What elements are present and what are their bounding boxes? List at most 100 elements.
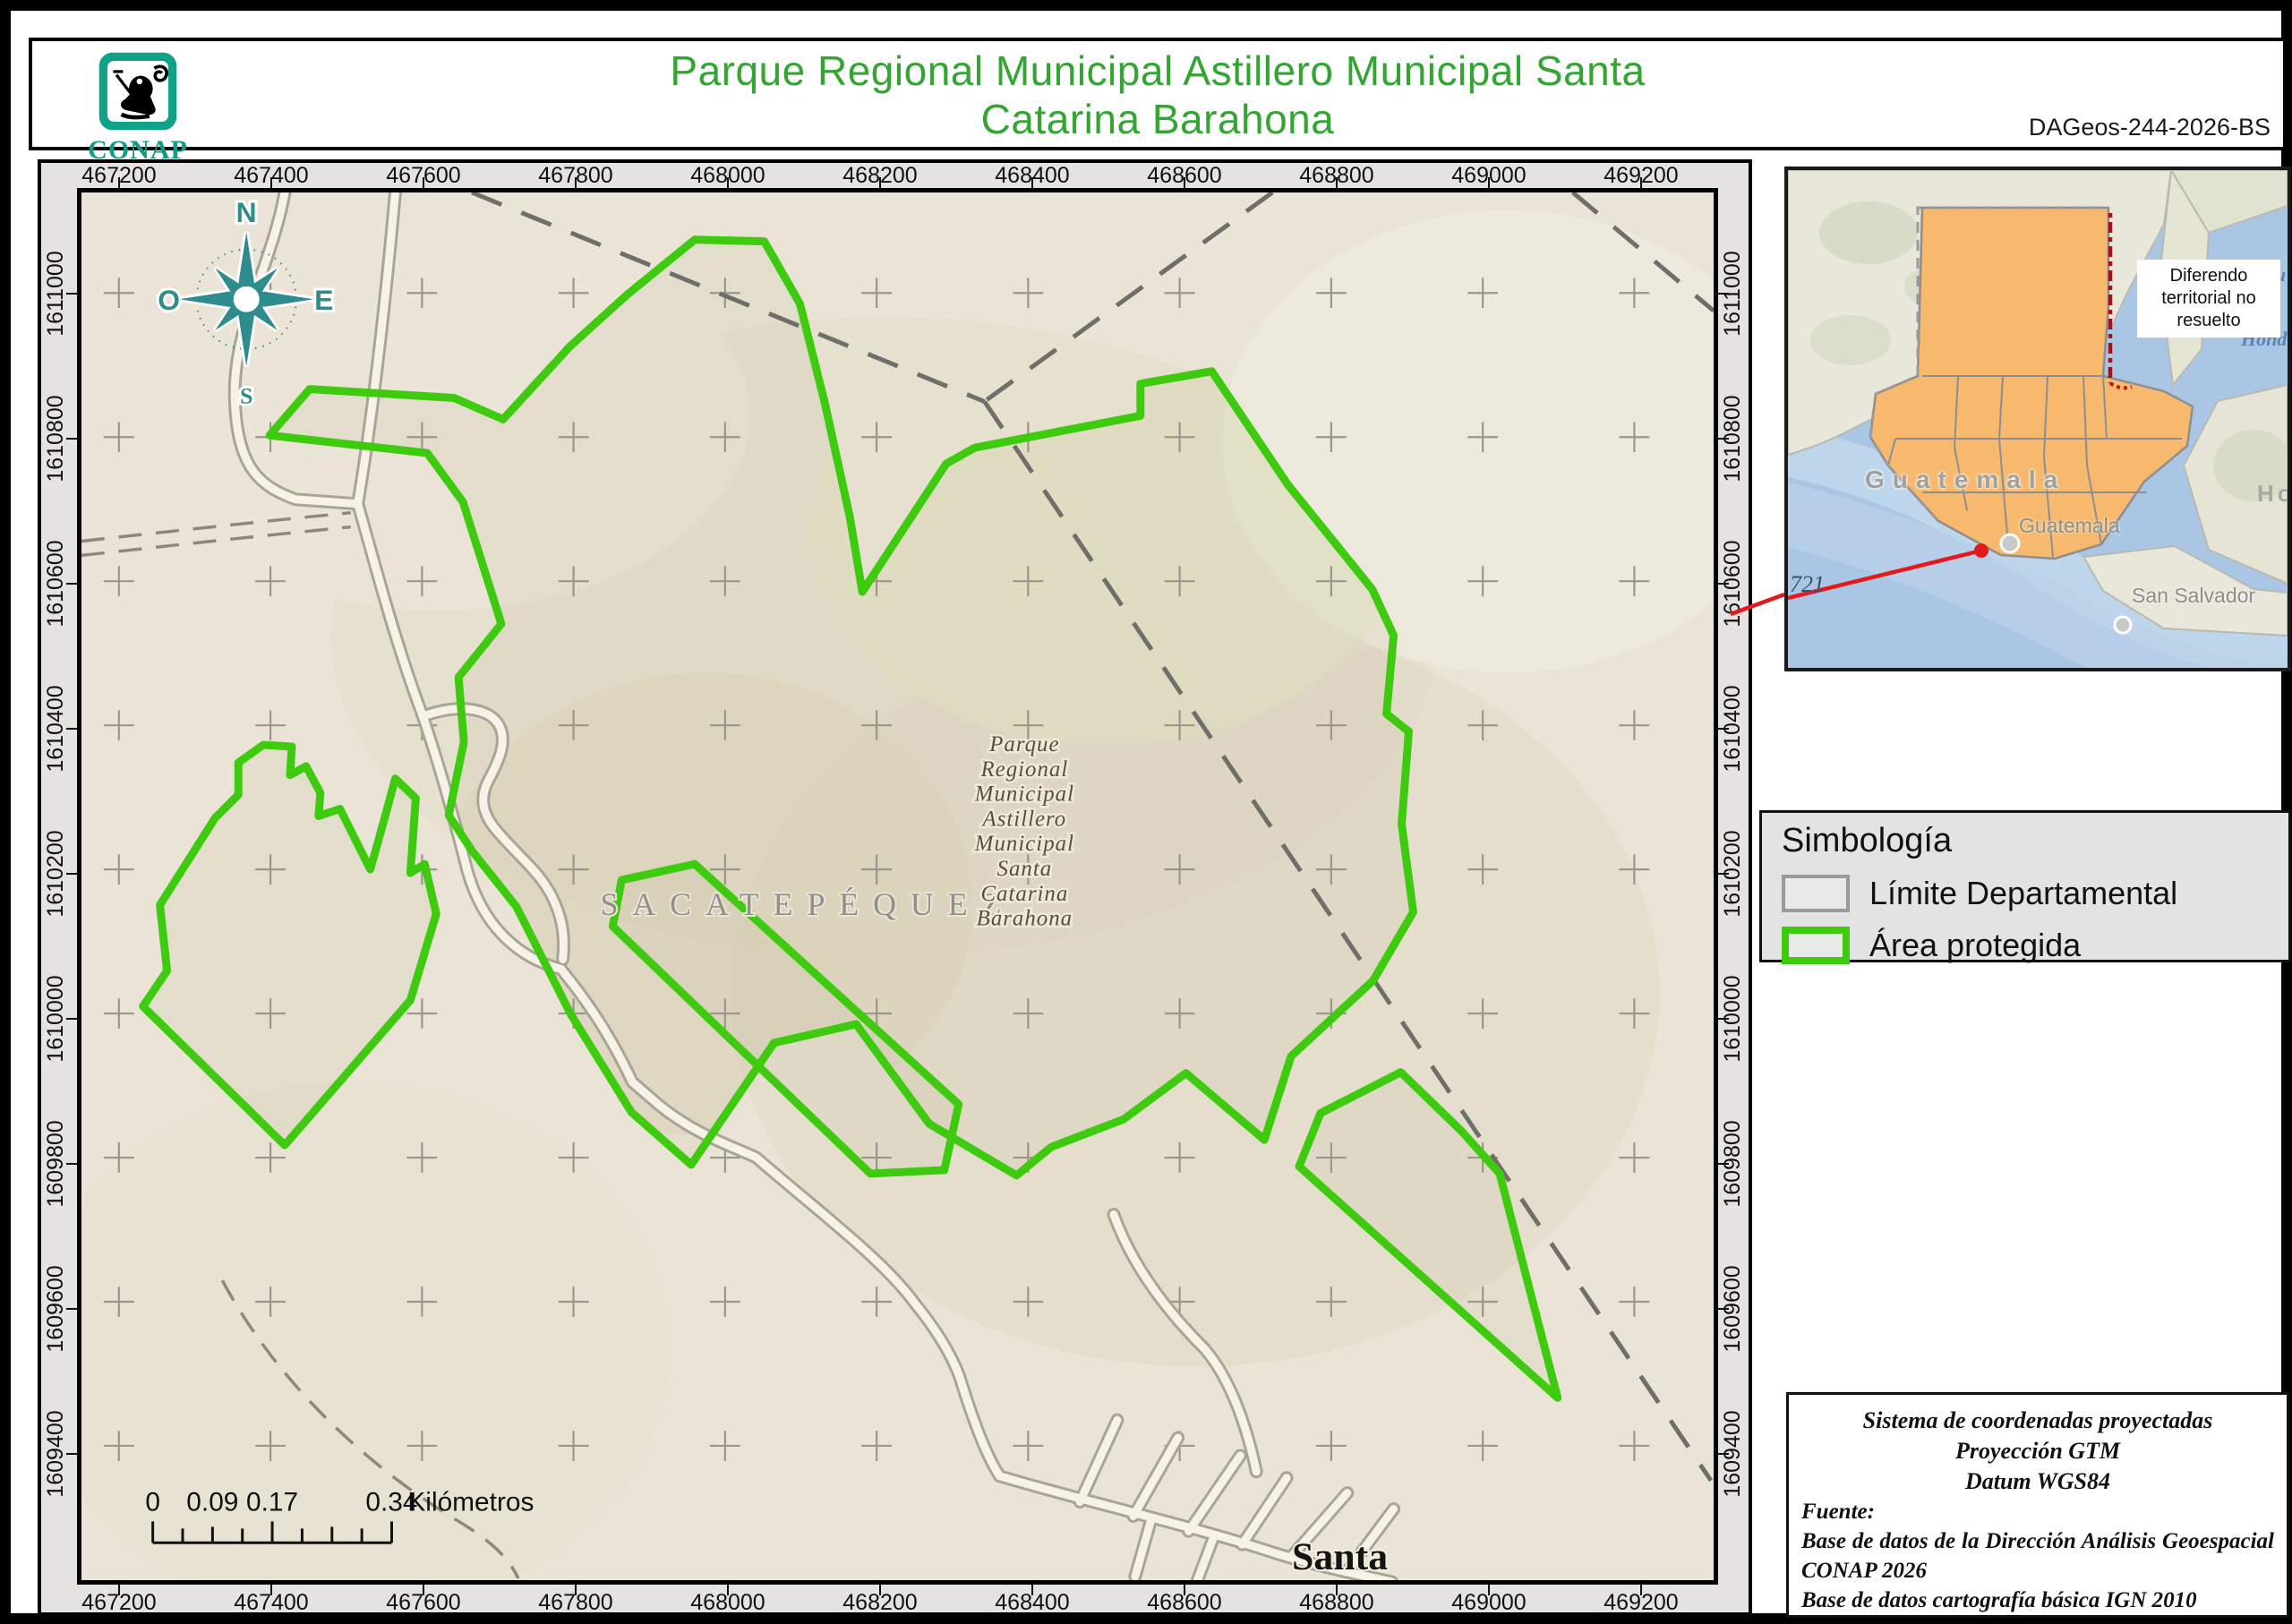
x-axis-tick: [118, 1585, 120, 1595]
inset-site-dot: [1974, 543, 1988, 558]
y-axis-tick: [1718, 583, 1729, 585]
compass-n-label: N: [236, 196, 257, 228]
y-axis-tick: [66, 438, 77, 440]
park-name-label: ParqueRegionalMunicipalAstilleroMunicipa…: [974, 732, 1074, 931]
legend-swatch-gray: [1782, 875, 1850, 912]
scale-tick-label: 0: [145, 1488, 160, 1517]
y-axis-label-left: 1610800: [43, 372, 68, 506]
legend-items: Límite Departamental Área protegida: [1782, 875, 2288, 964]
legend-item: Área protegida: [1782, 927, 2288, 964]
conap-logo: CONAP: [84, 50, 192, 166]
inset-city-dot: [2001, 534, 2019, 552]
y-axis-tick: [66, 873, 77, 875]
inset-city2-dot: [2115, 617, 2131, 633]
x-axis-tick: [1336, 177, 1338, 188]
page-title-line1: Parque Regional Municipal Astillero Muni…: [301, 47, 2014, 95]
x-axis-tick: [1184, 177, 1185, 188]
y-axis-tick: [1718, 438, 1729, 440]
map-canvas: N O E S SACATEPÉQUEZ ParqueRegionalMunic…: [77, 188, 1718, 1585]
x-axis-tick: [575, 177, 577, 188]
x-axis-tick: [1488, 1585, 1490, 1595]
page-title: Parque Regional Municipal Astillero Muni…: [301, 47, 2014, 143]
y-axis-label-left: 1610600: [43, 517, 68, 651]
y-axis-tick: [66, 1308, 77, 1310]
inset-territorial-note: Diferendo territorial no resuelto: [2137, 260, 2280, 338]
y-axis-tick: [1718, 1453, 1729, 1455]
scale-bar-labels: 00.090.170.34: [145, 1488, 417, 1517]
y-axis-label-left: 1610200: [43, 807, 68, 941]
x-axis-tick: [1640, 177, 1642, 188]
y-axis-tick: [66, 1453, 77, 1455]
y-axis-label-left: 1609600: [43, 1242, 68, 1376]
compass-o-label: O: [158, 284, 180, 316]
y-axis-tick: [66, 583, 77, 585]
x-axis-tick: [118, 177, 120, 188]
y-axis-tick: [66, 1163, 77, 1165]
credits-source-line: Base de datos cartografía básica IGN 201…: [1801, 1586, 2274, 1615]
y-axis-tick: [1718, 873, 1729, 875]
credits-box: Sistema de coordenadas proyectadasProyec…: [1786, 1392, 2289, 1618]
x-axis-tick: [879, 1585, 881, 1595]
legend-item-label: Área protegida: [1869, 927, 2081, 964]
scale-tick-label: 0.17: [246, 1488, 298, 1517]
y-axis-label-left: 1611000: [43, 227, 68, 361]
x-axis-tick: [1184, 1585, 1185, 1595]
x-axis-tick: [727, 1585, 729, 1595]
credits-line: Proyección GTM: [1801, 1436, 2274, 1466]
x-axis-tick: [879, 177, 881, 188]
compass-e-label: E: [314, 284, 333, 316]
y-axis-tick: [1718, 293, 1729, 295]
inset-city-label: Guatemala: [2019, 514, 2120, 538]
y-axis-tick: [66, 1018, 77, 1020]
document-id: DAGeos-244-2026-BS: [2029, 114, 2271, 141]
scale-bar-unit: Kilómetros: [407, 1488, 534, 1517]
compass-s-label: S: [240, 383, 252, 409]
map-coordinate-band: N O E S SACATEPÉQUEZ ParqueRegionalMunic…: [38, 159, 1752, 1616]
x-axis-tick: [423, 1585, 424, 1595]
y-axis-tick: [1718, 1018, 1729, 1020]
legend-swatch-green: [1782, 927, 1850, 964]
inset-country-label: Guatemala: [1865, 466, 2065, 494]
legend-item-label: Límite Departamental: [1869, 875, 2177, 912]
credits-source-line: Base de datos de la Dirección Análisis G…: [1801, 1526, 2274, 1586]
department-label: SACATEPÉQUEZ: [600, 886, 1015, 922]
x-axis-tick: [1336, 1585, 1338, 1595]
legend: Simbología Límite Departamental Área prot…: [1759, 810, 2291, 962]
x-axis-tick: [270, 177, 272, 188]
legend-title: Simbología: [1782, 822, 2288, 860]
y-axis-label-left: 1610000: [43, 952, 68, 1086]
y-axis-tick: [1718, 1308, 1729, 1310]
y-axis-tick: [1718, 728, 1729, 730]
y-axis-tick: [66, 728, 77, 730]
inset-city2-label: San Salvador: [2132, 584, 2255, 608]
x-axis-tick: [1031, 177, 1033, 188]
x-axis-tick: [270, 1585, 272, 1595]
inset-neighbor-label: Ho: [2257, 480, 2291, 508]
inset-locator-map: Guatemala Guatemala San Salvador 721 Gu …: [1784, 167, 2291, 671]
y-axis-label-left: 1609800: [43, 1097, 68, 1231]
credits-source-label: Fuente:: [1801, 1497, 2274, 1526]
y-axis-label-left: 1610400: [43, 662, 68, 796]
scale-tick-label: 0.09: [186, 1488, 238, 1517]
map-drawing: N O E S SACATEPÉQUEZ ParqueRegionalMunic…: [81, 192, 1714, 1580]
page-title-line2: Catarina Barahona: [301, 95, 2014, 143]
y-axis-label-left: 1609400: [43, 1387, 68, 1521]
credits-line: Datum WGS84: [1801, 1466, 2274, 1497]
x-axis-tick: [423, 177, 424, 188]
x-axis-tick: [1640, 1585, 1642, 1595]
credits-projection-lines: Sistema de coordenadas proyectadasProyec…: [1801, 1406, 2274, 1497]
x-axis-tick: [575, 1585, 577, 1595]
y-axis-tick: [1718, 1163, 1729, 1165]
y-axis-tick: [66, 293, 77, 295]
page-border: CONAP Parque Regional Municipal Astiller…: [0, 0, 2292, 1624]
x-axis-tick: [1488, 177, 1490, 188]
legend-item: Límite Departamental: [1782, 875, 2288, 912]
header: CONAP Parque Regional Municipal Astiller…: [29, 38, 2287, 150]
credits-line: Sistema de coordenadas proyectadas: [1801, 1406, 2274, 1436]
credits-source-lines: Base de datos de la Dirección Análisis G…: [1801, 1526, 2274, 1615]
conap-logo-icon: [97, 50, 179, 132]
x-axis-tick: [1031, 1585, 1033, 1595]
inset-depth-label: 721: [1790, 571, 1825, 598]
settlement-label: Santa: [1292, 1535, 1388, 1578]
x-axis-tick: [727, 177, 729, 188]
